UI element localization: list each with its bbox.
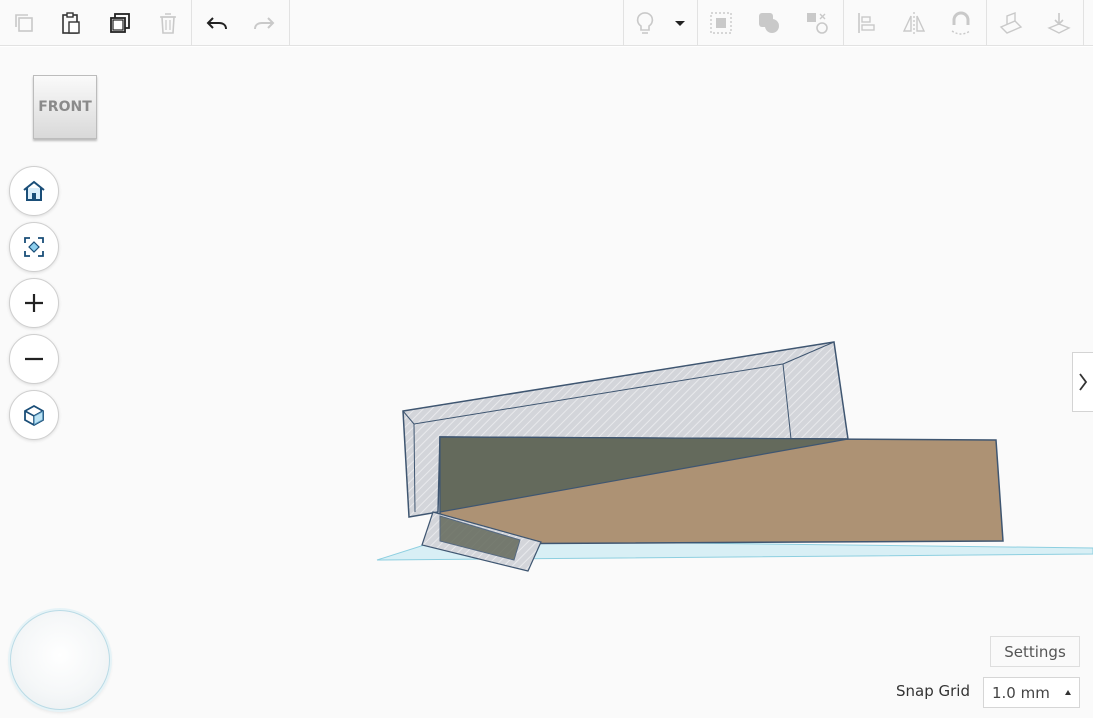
mirror-icon (902, 12, 926, 34)
ungroup-button[interactable] (749, 4, 789, 42)
view-cube[interactable]: FRONT (33, 75, 97, 139)
plus-icon (25, 294, 43, 312)
toolbar-divider (1083, 0, 1084, 46)
scatter-shapes-icon (807, 13, 828, 34)
trash-icon (160, 13, 176, 34)
toolbar-divider (289, 0, 290, 46)
cruise-button[interactable] (941, 4, 981, 42)
snap-grid-label: Snap Grid (896, 682, 970, 700)
settings-label: Settings (1004, 642, 1066, 661)
align-icon (858, 13, 875, 33)
caret-down-icon (675, 21, 685, 26)
scene-canvas[interactable] (0, 0, 1093, 718)
view-orb[interactable] (10, 610, 110, 710)
main-toolbar (0, 0, 1093, 46)
home-view-button[interactable] (9, 166, 59, 216)
redo-button[interactable] (244, 4, 284, 42)
duplicate-button[interactable] (100, 4, 140, 42)
group-icon (710, 12, 732, 34)
delete-button[interactable] (148, 4, 188, 42)
copy-button[interactable] (4, 4, 44, 42)
group-button[interactable] (701, 4, 741, 42)
copy-icon (15, 14, 33, 32)
toolbar-divider (986, 0, 987, 46)
paste-icon (62, 12, 80, 34)
paste-button[interactable] (51, 4, 91, 42)
undo-button[interactable] (197, 4, 237, 42)
snap-grid-value: 1.0 mm (992, 683, 1050, 702)
solid-hole-button[interactable] (797, 4, 837, 42)
import-icon (1047, 13, 1071, 34)
workplane-icon (999, 11, 1023, 34)
chevron-right-icon (1079, 373, 1088, 391)
undo-icon (206, 17, 227, 30)
panel-expand-tab[interactable] (1072, 352, 1093, 412)
view-cube-face-label: FRONT (38, 99, 92, 115)
duplicate-icon (110, 13, 130, 33)
toolbar-divider (191, 0, 192, 46)
flip-button[interactable] (894, 4, 934, 42)
redo-icon (254, 17, 275, 30)
lightbulb-icon (636, 12, 654, 34)
show-hide-dropdown[interactable] (665, 4, 695, 42)
perspective-cube-icon (24, 404, 44, 427)
show-all-button[interactable] (625, 4, 665, 42)
align-button[interactable] (847, 4, 887, 42)
shapes-merge-icon (759, 13, 779, 33)
fit-view-button[interactable] (9, 222, 59, 272)
toolbar-divider (843, 0, 844, 46)
workplane-button[interactable] (991, 4, 1031, 42)
import-button[interactable] (1039, 4, 1079, 42)
home-icon (23, 180, 45, 201)
snap-grid-select[interactable]: 1.0 mm (983, 677, 1080, 708)
settings-button[interactable]: Settings (990, 636, 1080, 667)
caret-up-icon (1065, 690, 1071, 695)
fit-selection-icon (24, 237, 44, 257)
toolbar-divider (697, 0, 698, 46)
minus-icon (25, 357, 43, 361)
zoom-in-button[interactable] (9, 278, 59, 328)
toolbar-divider (623, 0, 624, 46)
magnet-icon (951, 11, 971, 35)
zoom-out-button[interactable] (9, 334, 59, 384)
projection-toggle-button[interactable] (9, 390, 59, 440)
